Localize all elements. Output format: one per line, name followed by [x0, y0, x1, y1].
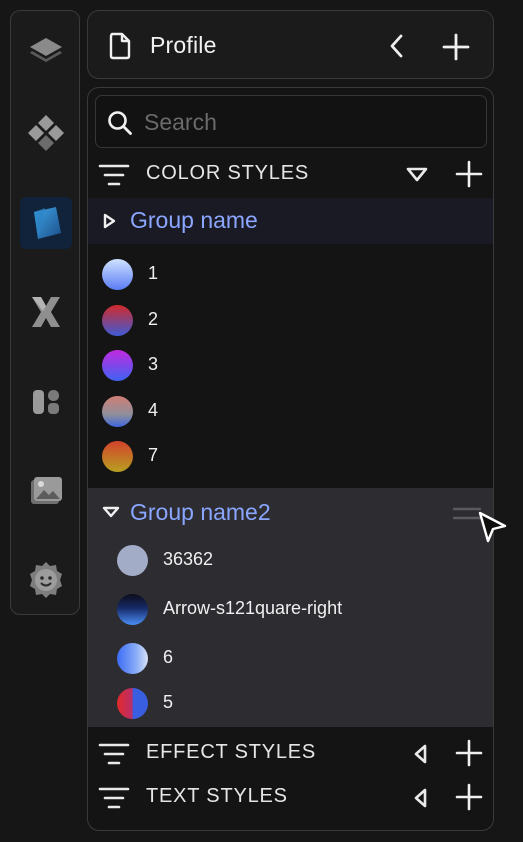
- assets-icon: [33, 390, 59, 414]
- color-swatch: [102, 350, 133, 381]
- list-icon: [98, 743, 130, 765]
- tool-rail: [10, 10, 80, 615]
- plus-icon: [455, 739, 483, 767]
- components-icon: [28, 115, 64, 151]
- color-swatch: [117, 545, 148, 576]
- color-styles-toggle[interactable]: [404, 162, 430, 188]
- add-color-style-button[interactable]: [455, 160, 483, 188]
- text-styles-toggle[interactable]: [408, 785, 434, 811]
- color-style-item[interactable]: 1: [88, 255, 493, 295]
- list-icon: [98, 164, 130, 186]
- color-styles-label: COLOR STYLES: [146, 162, 309, 184]
- pointer-cursor-icon: [478, 511, 507, 543]
- triangle-down-icon: [102, 506, 120, 518]
- rail-images[interactable]: [20, 466, 72, 518]
- variables-icon: [32, 297, 60, 327]
- chevron-left-icon: [390, 34, 403, 58]
- add-text-style-button[interactable]: [455, 783, 483, 811]
- list-icon: [98, 787, 130, 809]
- plus-icon: [455, 783, 483, 811]
- color-swatch: [117, 643, 148, 674]
- triangle-right-icon: [103, 213, 116, 229]
- layers-icon: [30, 38, 62, 62]
- color-style-label: 7: [148, 445, 159, 465]
- page-title: Profile: [150, 32, 217, 58]
- color-style-item[interactable]: Arrow-s121quare-right: [88, 590, 493, 630]
- color-swatch: [102, 441, 133, 472]
- color-swatch: [102, 305, 133, 336]
- color-style-label: 36362: [163, 549, 214, 569]
- color-style-label: 5: [163, 692, 174, 712]
- rail-components[interactable]: [20, 107, 72, 159]
- effect-styles-header[interactable]: EFFECT STYLES: [88, 733, 493, 773]
- plugins-icon: [30, 562, 62, 598]
- styles-icon: [34, 207, 61, 239]
- color-swatch: [102, 396, 133, 427]
- plus-icon: [442, 33, 470, 61]
- text-styles-header[interactable]: TEXT STYLES: [88, 777, 493, 817]
- color-style-item[interactable]: 7: [88, 437, 493, 477]
- rail-variables[interactable]: [20, 286, 72, 338]
- rail-assets[interactable]: [20, 376, 72, 428]
- color-style-item[interactable]: 36362: [88, 541, 493, 581]
- color-style-item[interactable]: 4: [88, 392, 493, 432]
- color-swatch: [117, 594, 148, 625]
- effect-styles-label: EFFECT STYLES: [146, 741, 317, 763]
- color-style-label: 3: [148, 354, 159, 374]
- styles-panel: COLOR STYLES Group name 1 2 3 4: [87, 87, 494, 831]
- rail-plugins[interactable]: [20, 554, 72, 606]
- search-input[interactable]: [144, 106, 464, 138]
- search-box: [95, 95, 487, 148]
- group-header[interactable]: Group name2: [88, 490, 493, 536]
- color-swatch: [117, 688, 148, 719]
- triangle-left-icon: [414, 744, 427, 764]
- text-styles-label: TEXT STYLES: [146, 785, 288, 807]
- images-icon: [31, 477, 62, 504]
- group-name: Group name: [130, 207, 258, 233]
- rail-layers[interactable]: [20, 24, 72, 76]
- document-icon: [109, 32, 131, 60]
- color-style-item[interactable]: 2: [88, 301, 493, 341]
- color-style-item[interactable]: 3: [88, 346, 493, 386]
- triangle-left-icon: [414, 788, 427, 808]
- triangle-down-icon: [406, 167, 428, 182]
- add-page-button[interactable]: [441, 32, 471, 62]
- page-header: Profile: [87, 10, 494, 79]
- color-style-label: 1: [148, 263, 159, 283]
- color-swatch: [102, 259, 133, 290]
- color-style-label: 4: [148, 400, 159, 420]
- search-icon: [108, 111, 132, 135]
- color-style-label: 2: [148, 309, 159, 329]
- effect-styles-toggle[interactable]: [408, 741, 434, 767]
- color-style-label: 6: [163, 647, 174, 667]
- color-style-item[interactable]: 6: [88, 639, 493, 679]
- color-styles-header[interactable]: COLOR STYLES: [88, 154, 493, 194]
- back-button[interactable]: [382, 31, 412, 61]
- plus-icon: [455, 160, 483, 188]
- group-header[interactable]: Group name: [88, 198, 493, 244]
- rail-styles[interactable]: [20, 197, 72, 249]
- color-style-label: Arrow-s121quare-right: [163, 598, 343, 618]
- add-effect-style-button[interactable]: [455, 739, 483, 767]
- group-name: Group name2: [130, 499, 271, 525]
- color-style-item[interactable]: 5: [88, 684, 493, 724]
